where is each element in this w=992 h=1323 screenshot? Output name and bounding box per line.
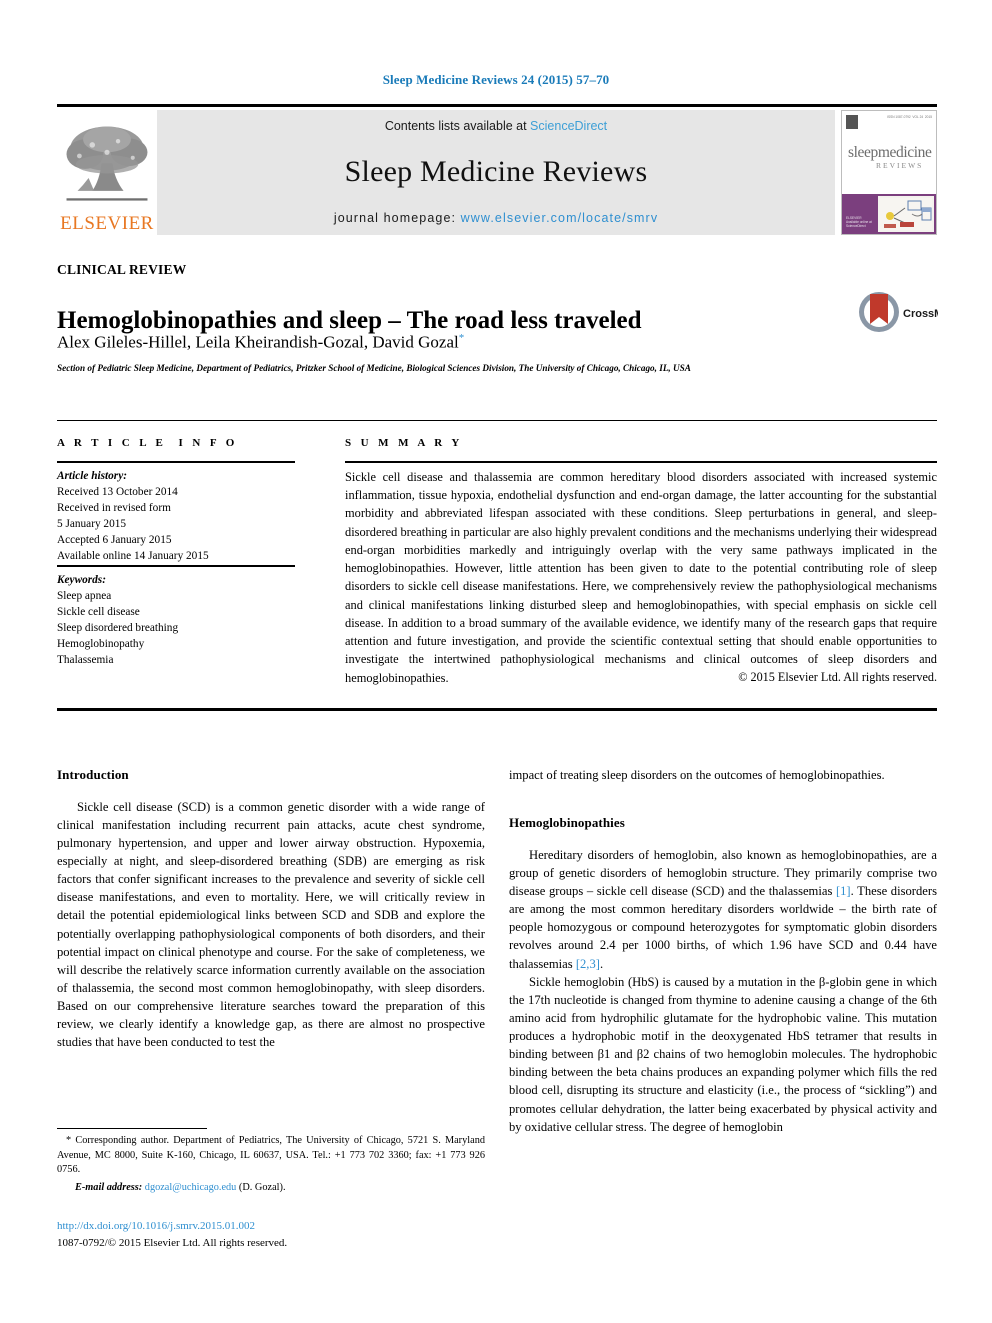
keywords-rule	[57, 565, 295, 567]
journal-homepage-prefix: journal homepage:	[333, 211, 461, 225]
cover-figure-thumb	[878, 196, 934, 232]
summary-heading: S U M M A R Y	[345, 437, 463, 449]
para1-part-c: .	[599, 956, 604, 971]
heading-introduction: Introduction	[57, 767, 129, 782]
body-column-right: impact of treating sleep disorders on th…	[509, 766, 937, 1136]
cover-purple-panel: ELSEVIER Available online at ScienceDirect	[842, 194, 936, 234]
cover-journal-subtitle: REVIEWS	[876, 161, 924, 170]
journal-cover-thumbnail: ISSN 1087-0792 VOL 24 2015 sleepmedicine…	[841, 110, 937, 235]
journal-masthead: ELSEVIER Contents lists available at Sci…	[57, 104, 937, 235]
elsevier-tree-icon	[66, 126, 148, 201]
corresponding-author-note: * Corresponding author. Department of Pe…	[57, 1135, 485, 1176]
elsevier-logo: ELSEVIER	[57, 110, 157, 235]
elsevier-wordmark: ELSEVIER	[60, 213, 154, 234]
keyword-item: Sickle cell disease	[57, 606, 140, 619]
footnote-rule	[57, 1128, 207, 1129]
author-list: Alex Gileles-Hillel, Leila Kheirandish-G…	[57, 332, 817, 353]
article-history-item: Available online 14 January 2015	[57, 550, 209, 563]
cover-diagram-icon	[880, 198, 932, 230]
contents-lists-line: Contents lists available at ScienceDirec…	[385, 119, 607, 133]
abstract-text: Sickle cell disease and thalassemia are …	[345, 470, 937, 685]
citation-ref-2-3[interactable]: [2,3]	[576, 957, 600, 971]
cover-masthead-microtext: ISSN 1087-0792 VOL 24 2015	[887, 115, 932, 119]
crossmark-icon: CrossMark	[859, 292, 938, 332]
article-info-heading: A R T I C L E I N F O	[57, 437, 238, 449]
summary-rule	[345, 461, 937, 463]
email-owner: (D. Gozal).	[238, 1181, 286, 1193]
journal-band: Contents lists available at ScienceDirec…	[157, 110, 835, 235]
doi-block: http://dx.doi.org/10.1016/j.smrv.2015.01…	[57, 1218, 485, 1251]
keyword-item: Hemoglobinopathy	[57, 638, 145, 651]
paragraph-introduction: Sickle cell disease (SCD) is a common ge…	[57, 799, 485, 1050]
email-label: E-mail address:	[75, 1181, 143, 1193]
section-label: CLINICAL REVIEW	[57, 262, 187, 277]
keywords-heading: Keywords:	[57, 574, 106, 586]
citation-ref-1[interactable]: [1]	[836, 884, 851, 898]
paragraph-hemoglobinopathies-1: Hereditary disorders of hemoglobin, also…	[509, 846, 937, 973]
journal-homepage-link[interactable]: www.elsevier.com/locate/smrv	[461, 211, 659, 225]
affiliation: Section of Pediatric Sleep Medicine, Dep…	[57, 363, 691, 373]
footnote-block: * Corresponding author. Department of Pe…	[57, 1134, 485, 1195]
keyword-item: Sleep disordered breathing	[57, 622, 179, 635]
abstract-top-rule	[57, 420, 937, 421]
abstract-copyright: © 2015 Elsevier Ltd. All rights reserved…	[738, 670, 937, 684]
article-history-item: 5 January 2015	[57, 518, 127, 531]
issn-copyright-line: 1087-0792/© 2015 Elsevier Ltd. All right…	[57, 1236, 288, 1249]
cover-journal-name: sleepmedicine	[848, 144, 932, 161]
article-history-item: Received in revised form	[57, 502, 171, 515]
heading-hemoglobinopathies: Hemoglobinopathies	[509, 815, 625, 831]
keyword-item: Thalassemia	[57, 654, 114, 667]
sciencedirect-link[interactable]: ScienceDirect	[530, 119, 607, 133]
crossmark-label: CrossMark	[903, 308, 938, 320]
cover-top-bar: ISSN 1087-0792 VOL 24 2015	[842, 111, 936, 137]
abstract-bottom-rule	[57, 708, 937, 711]
body-column-left: Introduction Sickle cell disease (SCD) i…	[57, 766, 485, 1051]
author-names: Alex Gileles-Hillel, Leila Kheirandish-G…	[57, 332, 459, 352]
journal-title: Sleep Medicine Reviews	[344, 155, 648, 188]
email-link[interactable]: dgozal@uchicago.edu	[145, 1182, 237, 1193]
crossmark-badge[interactable]: CrossMark	[858, 288, 938, 338]
contents-lists-prefix: Contents lists available at	[384, 119, 531, 133]
paragraph-continuation: impact of treating sleep disorders on th…	[509, 768, 885, 782]
cover-elsevier-mark-icon	[846, 115, 858, 129]
cover-caption-microtext: ELSEVIER Available online at ScienceDirect	[846, 215, 872, 228]
article-info-rule	[57, 461, 295, 463]
article-page: Sleep Medicine Reviews 24 (2015) 57–70 E…	[0, 0, 992, 1323]
doi-link[interactable]: http://dx.doi.org/10.1016/j.smrv.2015.01…	[57, 1218, 485, 1235]
article-history-item: Received 13 October 2014	[57, 486, 178, 499]
paragraph-hemoglobinopathies-2: Sickle hemoglobin (HbS) is caused by a m…	[509, 974, 937, 1134]
article-history-heading: Article history:	[57, 470, 127, 482]
running-head: Sleep Medicine Reviews 24 (2015) 57–70	[382, 72, 610, 87]
keywords-block: Keywords: Sleep apnea Sickle cell diseas…	[57, 572, 307, 668]
corresponding-author-marker: *	[458, 332, 465, 344]
email-note: E-mail address: dgozal@uchicago.edu (D. …	[57, 1181, 485, 1196]
article-history-item: Accepted 6 January 2015	[57, 534, 172, 547]
journal-homepage-line: journal homepage: www.elsevier.com/locat…	[334, 211, 658, 225]
keyword-item: Sleep apnea	[57, 590, 112, 603]
article-history: Article history: Received 13 October 201…	[57, 468, 307, 564]
